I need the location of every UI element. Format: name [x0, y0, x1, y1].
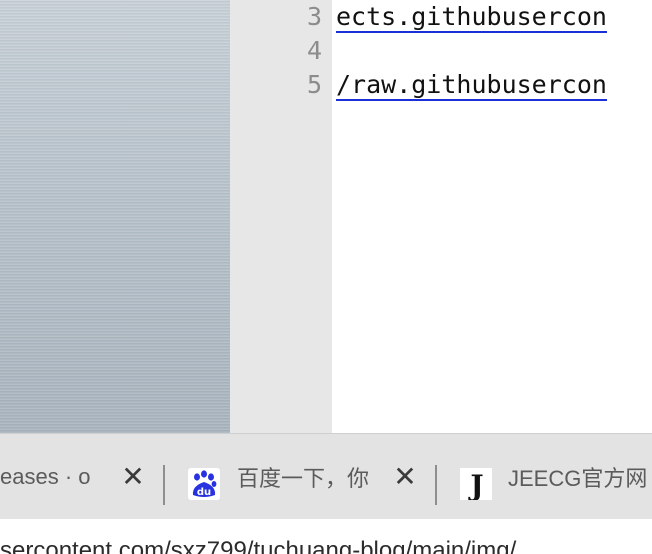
tab-title: eases · o: [0, 464, 91, 489]
line-number: 4: [306, 36, 322, 65]
code-link[interactable]: /raw.githubusercon: [336, 70, 607, 101]
line-number: 5: [306, 70, 322, 99]
address-bar[interactable]: sercontent.com/sxz799/tuchuang-blog/main…: [0, 519, 652, 554]
close-icon[interactable]: ✕: [121, 463, 144, 491]
tab-title: 百度一下，你: [237, 466, 370, 491]
jeecg-j-icon: J: [460, 468, 492, 502]
browser-tab-baidu[interactable]: 百度一下，你: [237, 434, 387, 520]
desktop-wallpaper-sea: [0, 0, 230, 433]
line-number: 3: [306, 2, 322, 31]
code-link[interactable]: ects.githubusercon: [336, 2, 607, 33]
tab-title: JEECG官方网: [508, 466, 648, 491]
url-text[interactable]: sercontent.com/sxz799/tuchuang-blog/main…: [0, 537, 516, 554]
tab-separator: [163, 465, 165, 505]
code-editor[interactable]: 3 4 5 ects.githubusercon /raw.githubuser…: [230, 0, 652, 433]
line-number-gutter: 3 4 5: [230, 0, 332, 433]
browser-tab-jeecg[interactable]: JEECG官方网: [508, 434, 652, 520]
tab-separator: [435, 465, 437, 505]
jeecg-icon-text: J: [467, 469, 483, 500]
code-line[interactable]: /raw.githubusercon: [336, 68, 607, 102]
close-icon[interactable]: ✕: [393, 463, 416, 491]
code-line[interactable]: ects.githubusercon: [336, 0, 607, 34]
browser-tab-bar: eases · o ✕ 百度一下，你 ✕ JEECG官方网: [0, 433, 652, 519]
baidu-paw-icon: du: [188, 468, 220, 500]
baidu-icon-text: du: [197, 487, 211, 498]
